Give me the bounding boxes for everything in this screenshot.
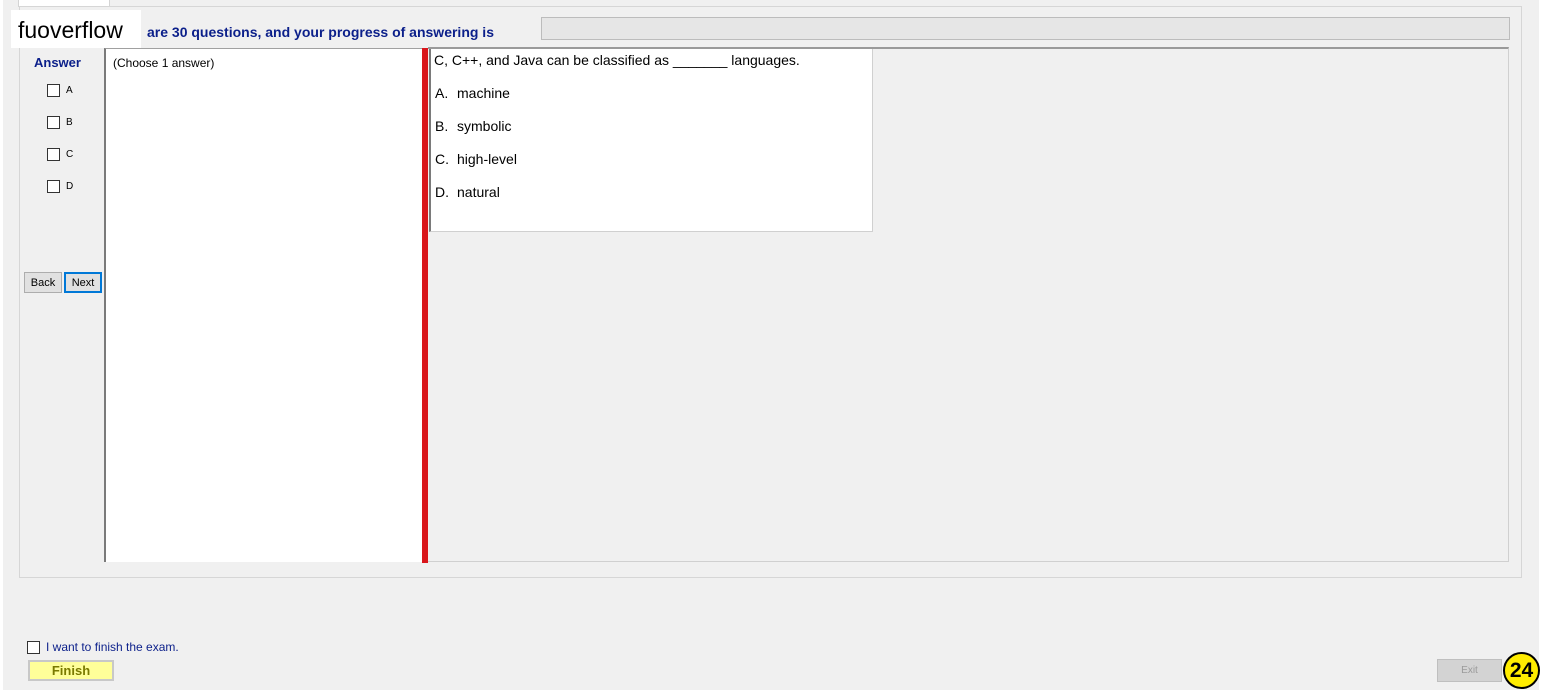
question-option-c: C. high-level bbox=[435, 151, 517, 167]
question-option-letter: B. bbox=[435, 118, 449, 134]
question-option-b: B. symbolic bbox=[435, 118, 511, 134]
progress-caption: are 30 questions, and your progress of a… bbox=[147, 24, 494, 40]
instructions-text: (Choose 1 answer) bbox=[113, 56, 215, 70]
back-button[interactable]: Back bbox=[24, 272, 62, 293]
answer-label-d: D bbox=[66, 180, 74, 192]
answer-checkbox-a[interactable] bbox=[47, 83, 60, 97]
answer-option-b[interactable]: B bbox=[47, 115, 73, 129]
question-option-text: machine bbox=[457, 85, 510, 101]
watermark: fuoverflow bbox=[11, 10, 141, 48]
answer-option-d[interactable]: D bbox=[47, 179, 73, 193]
finish-confirm-label[interactable]: I want to finish the exam. bbox=[46, 640, 179, 654]
question-option-text: natural bbox=[457, 184, 500, 200]
question-option-a: A. machine bbox=[435, 85, 510, 101]
question-option-letter: A. bbox=[435, 85, 449, 101]
question-option-text: symbolic bbox=[457, 118, 512, 134]
answer-label-b: B bbox=[66, 116, 73, 128]
answer-checkbox-c[interactable] bbox=[47, 147, 60, 161]
question-option-d: D. natural bbox=[435, 184, 500, 200]
answer-checkbox-d[interactable] bbox=[47, 179, 60, 193]
answer-option-a[interactable]: A bbox=[47, 83, 73, 97]
instructions-panel: (Choose 1 answer) bbox=[104, 48, 422, 562]
answer-title: Answer bbox=[34, 55, 81, 70]
progress-bar bbox=[541, 17, 1510, 40]
question-panel: C, C++, and Java can be classified as __… bbox=[429, 49, 873, 232]
question-option-letter: C. bbox=[435, 151, 449, 167]
answer-label-c: C bbox=[66, 148, 74, 160]
finish-confirm-checkbox[interactable] bbox=[27, 640, 40, 654]
next-button[interactable]: Next bbox=[64, 272, 102, 293]
question-stem: C, C++, and Java can be classified as __… bbox=[434, 52, 800, 68]
answer-label-a: A bbox=[66, 84, 73, 96]
question-option-text: high-level bbox=[457, 151, 517, 167]
question-option-letter: D. bbox=[435, 184, 449, 200]
answer-option-c[interactable]: C bbox=[47, 147, 73, 161]
exit-button[interactable]: Exit bbox=[1437, 659, 1502, 682]
answer-checkbox-b[interactable] bbox=[47, 115, 60, 129]
finish-confirm-row[interactable]: I want to finish the exam. bbox=[27, 640, 179, 654]
question-number-badge: 24 bbox=[1503, 652, 1540, 689]
finish-button[interactable]: Finish bbox=[28, 660, 114, 681]
